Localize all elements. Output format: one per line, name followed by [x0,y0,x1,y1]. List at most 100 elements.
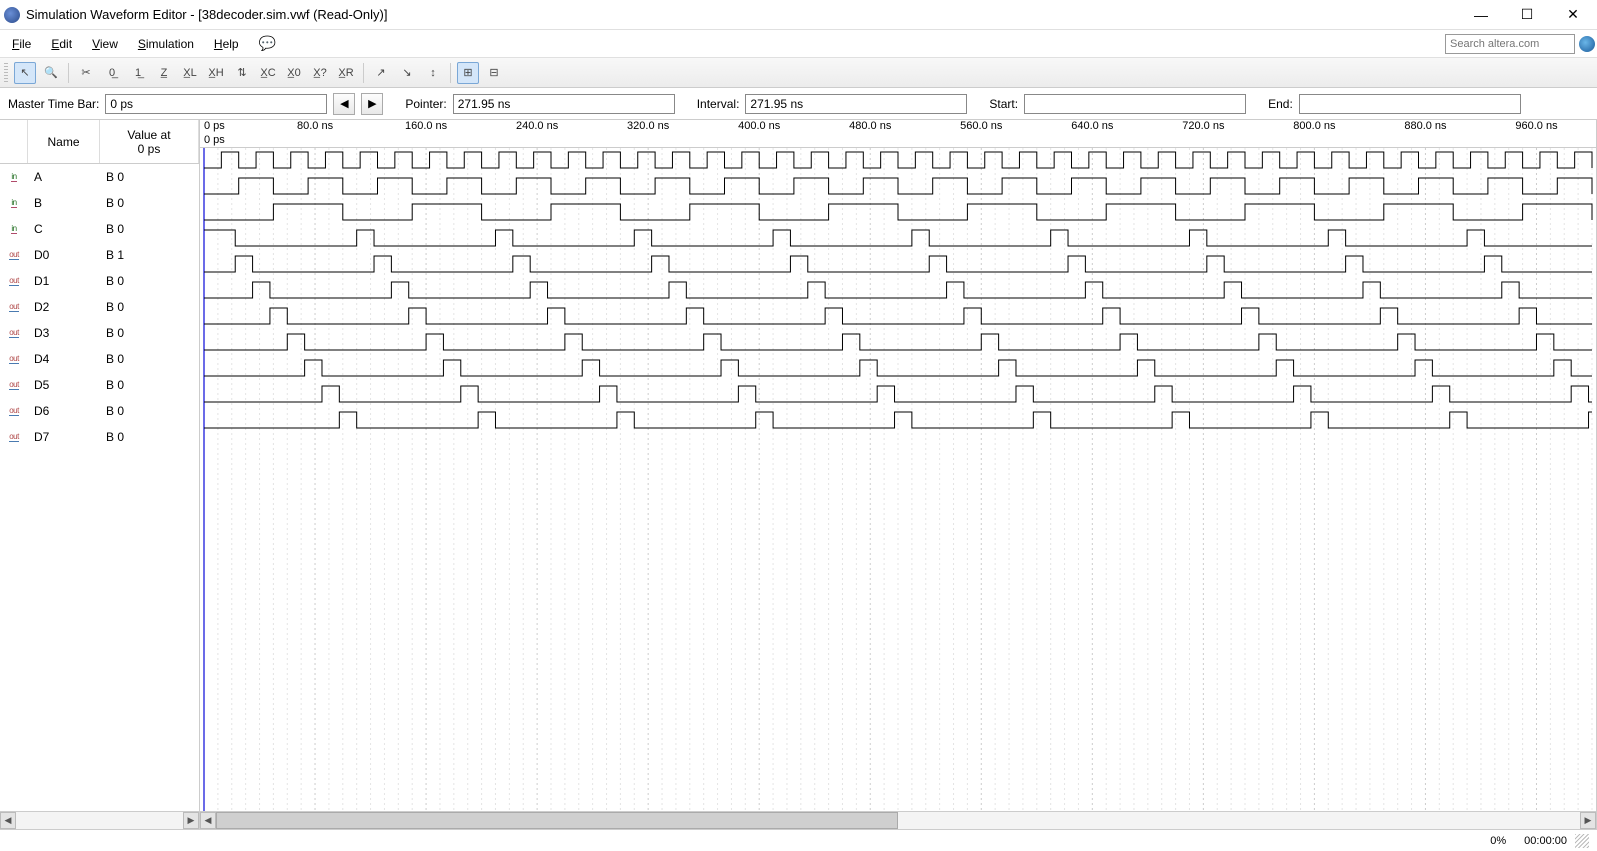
signal-dir-icon: out [0,328,28,338]
toolbar-grip [4,63,8,83]
window-controls: — ☐ ✕ [1467,4,1593,26]
signal-panel: Name Value at 0 ps inAB 0inBB 0inCB 0out… [0,120,200,829]
interval-input[interactable] [745,94,967,114]
signal-name: D4 [28,352,100,366]
ruler-tick: 880.0 ns [1404,120,1446,132]
signal-dir-icon: out [0,276,28,286]
master-time-input[interactable] [105,94,327,114]
menubar: File Edit View Simulation Help 💬 [0,30,1597,58]
signal-row[interactable]: inBB 0 [0,190,199,216]
signal-value: B 0 [100,404,199,418]
wave-area[interactable] [200,148,1596,811]
signal-row[interactable]: outD1B 0 [0,268,199,294]
signal-row[interactable]: outD3B 0 [0,320,199,346]
close-button[interactable]: ✕ [1559,4,1587,26]
scroll-track[interactable] [16,812,183,829]
signal-name: D5 [28,378,100,392]
status-elapsed: 00:00:00 [1524,835,1567,847]
start-input[interactable] [1024,94,1246,114]
tool-xq[interactable]: X̲? [309,62,331,84]
tool-pointer[interactable]: ↖ [14,62,36,84]
wave-panel: 0 ps 0 ps 80.0 ns160.0 ns240.0 ns320.0 n… [200,120,1597,829]
globe-icon[interactable] [1579,36,1595,52]
master-next-button[interactable]: ▶ [361,93,383,115]
ruler-tick: 480.0 ns [849,120,891,132]
master-prev-button[interactable]: ◀ [333,93,355,115]
menu-edit[interactable]: Edit [41,33,82,55]
signal-hscroll[interactable]: ◀ ▶ [0,811,199,829]
ruler-tick: 720.0 ns [1182,120,1224,132]
ruler-tick: 240.0 ns [516,120,558,132]
scroll-left-icon[interactable]: ◀ [0,812,16,829]
search-input[interactable] [1445,34,1575,54]
pointer-label: Pointer: [405,97,446,111]
signal-row[interactable]: outD0B 1 [0,242,199,268]
signal-row[interactable]: outD5B 0 [0,372,199,398]
signal-dir-icon: in [0,172,28,182]
menu-simulation[interactable]: Simulation [128,33,204,55]
signal-dir-icon: out [0,380,28,390]
tool-force0[interactable]: 0̲ [101,62,123,84]
ruler-origin-bottom: 0 ps [204,134,225,146]
tool-edge-dn[interactable]: ↘ [396,62,418,84]
ruler-tick: 960.0 ns [1515,120,1557,132]
col-name: Name [28,120,100,163]
tool-xh[interactable]: X̲H [205,62,227,84]
main-area: Name Value at 0 ps inAB 0inBB 0inCB 0out… [0,120,1597,829]
ruler-tick: 320.0 ns [627,120,669,132]
menu-view[interactable]: View [82,33,128,55]
signal-dir-icon: out [0,432,28,442]
tool-force1[interactable]: 1̲ [127,62,149,84]
tool-xr[interactable]: X̲R [335,62,357,84]
minimize-button[interactable]: — [1467,4,1495,26]
master-time-label: Master Time Bar: [8,97,99,111]
tool-xl[interactable]: X̲L [179,62,201,84]
signal-value: B 0 [100,274,199,288]
signal-row[interactable]: inAB 0 [0,164,199,190]
signal-name: D6 [28,404,100,418]
help-bubble-icon[interactable]: 💬 [259,35,277,53]
menu-help[interactable]: Help [204,33,249,55]
tool-xcut[interactable]: ✂ [75,62,97,84]
wave-ruler[interactable]: 0 ps 0 ps 80.0 ns160.0 ns240.0 ns320.0 n… [200,120,1596,148]
resize-grip-icon[interactable] [1575,834,1589,848]
signal-row[interactable]: outD7B 0 [0,424,199,450]
tool-forcez[interactable]: Z̲ [153,62,175,84]
menu-file[interactable]: File [2,33,41,55]
tool-edge-both[interactable]: ↕ [422,62,444,84]
signal-value: B 1 [100,248,199,262]
signal-value: B 0 [100,170,199,184]
signal-header: Name Value at 0 ps [0,120,199,164]
signal-name: D2 [28,300,100,314]
ruler-tick: 160.0 ns [405,120,447,132]
tool-snap[interactable]: ⊞ [457,62,479,84]
signal-value: B 0 [100,196,199,210]
end-label: End: [1268,97,1293,111]
signal-value: B 0 [100,430,199,444]
scroll-right-icon[interactable]: ▶ [183,812,199,829]
titlebar: Simulation Waveform Editor - [38decoder.… [0,0,1597,30]
wave-scroll-right-icon[interactable]: ▶ [1580,812,1596,829]
wave-scroll-track[interactable] [216,812,1580,829]
col-dir [0,120,28,163]
signal-row[interactable]: outD4B 0 [0,346,199,372]
tool-x0[interactable]: X̲0 [283,62,305,84]
wave-scroll-thumb[interactable] [216,812,898,829]
end-input[interactable] [1299,94,1521,114]
tool-inv[interactable]: ⇅ [231,62,253,84]
wave-scroll-left-icon[interactable]: ◀ [200,812,216,829]
signal-row[interactable]: outD6B 0 [0,398,199,424]
pointer-input[interactable] [453,94,675,114]
tool-edge-up[interactable]: ↗ [370,62,392,84]
signal-row[interactable]: inCB 0 [0,216,199,242]
signal-name: D7 [28,430,100,444]
tool-grid[interactable]: ⊟ [483,62,505,84]
tool-xc[interactable]: X̲C [257,62,279,84]
wave-hscroll[interactable]: ◀ ▶ [200,811,1596,829]
signal-row[interactable]: outD2B 0 [0,294,199,320]
signal-dir-icon: out [0,406,28,416]
maximize-button[interactable]: ☐ [1513,4,1541,26]
signal-name: D0 [28,248,100,262]
signal-value: B 0 [100,222,199,236]
tool-zoom[interactable]: 🔍 [40,62,62,84]
